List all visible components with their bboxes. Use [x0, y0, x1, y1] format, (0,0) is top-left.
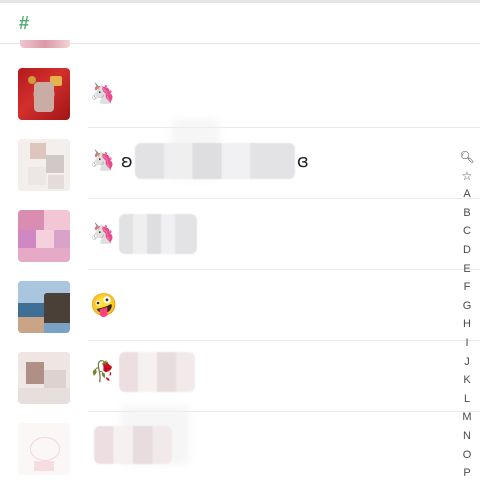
avatar[interactable] — [18, 281, 70, 333]
contact-row[interactable]: 🦄 — [0, 200, 480, 270]
avatar[interactable] — [18, 352, 70, 404]
index-letter-f[interactable]: F — [458, 278, 476, 297]
index-letter-e[interactable]: E — [458, 260, 476, 279]
avatar[interactable] — [18, 210, 70, 262]
index-letter-c[interactable]: C — [458, 222, 476, 241]
index-letter-i[interactable]: I — [458, 334, 476, 353]
name-suffix: ɞ — [296, 150, 309, 172]
search-icon[interactable]: 🔍︎ — [458, 148, 476, 167]
contact-row[interactable] — [0, 405, 450, 483]
contact-row[interactable]: 🤪 — [0, 271, 480, 341]
row-divider — [88, 127, 480, 128]
alphabet-index[interactable]: 🔍︎ ☆ A B C D E F G H I J K L M N O P — [458, 148, 476, 483]
contact-name: 🦄 — [90, 214, 197, 254]
name-prefix: ʚ — [120, 150, 133, 172]
redacted-name — [118, 214, 197, 254]
redacted-name — [134, 143, 295, 179]
contact-name — [94, 426, 172, 464]
contact-row[interactable]: 🦄 — [0, 58, 480, 128]
unicorn-icon: 🦄 — [90, 150, 115, 172]
row-divider — [88, 269, 480, 270]
index-letter-l[interactable]: L — [458, 390, 476, 409]
redacted-name — [118, 352, 195, 392]
index-letter-m[interactable]: M — [458, 408, 476, 427]
section-letter: # — [19, 13, 30, 33]
partial-avatar — [20, 40, 70, 48]
index-letter-d[interactable]: D — [458, 241, 476, 260]
avatar[interactable] — [18, 139, 70, 191]
contact-name: 🦄 ʚ ɞ — [90, 143, 311, 179]
index-letter-g[interactable]: G — [458, 297, 476, 316]
index-letter-n[interactable]: N — [458, 427, 476, 446]
redacted-name — [94, 426, 172, 464]
wilted-flower-icon: 🥀 — [90, 361, 115, 383]
avatar[interactable] — [18, 68, 70, 120]
section-header: # — [0, 3, 480, 44]
contact-name: 🤪 — [90, 289, 121, 321]
contact-name: 🥀 — [90, 352, 195, 392]
avatar[interactable] — [18, 423, 70, 475]
index-letter-j[interactable]: J — [458, 353, 476, 372]
zany-face-icon: 🤪 — [90, 292, 118, 317]
index-letter-h[interactable]: H — [458, 315, 476, 334]
index-letter-o[interactable]: O — [458, 446, 476, 465]
contact-row[interactable]: 🦄 ʚ ɞ — [0, 119, 480, 199]
unicorn-icon: 🦄 — [90, 83, 115, 105]
index-letter-a[interactable]: A — [458, 185, 476, 204]
index-letter-b[interactable]: B — [458, 204, 476, 223]
star-icon[interactable]: ☆ — [458, 167, 476, 186]
row-divider — [88, 198, 480, 199]
contact-name: 🦄 — [90, 78, 119, 110]
unicorn-icon: 🦄 — [90, 223, 115, 245]
index-letter-k[interactable]: K — [458, 371, 476, 390]
row-divider — [88, 340, 480, 341]
contact-row[interactable]: 🥀 — [0, 342, 480, 412]
